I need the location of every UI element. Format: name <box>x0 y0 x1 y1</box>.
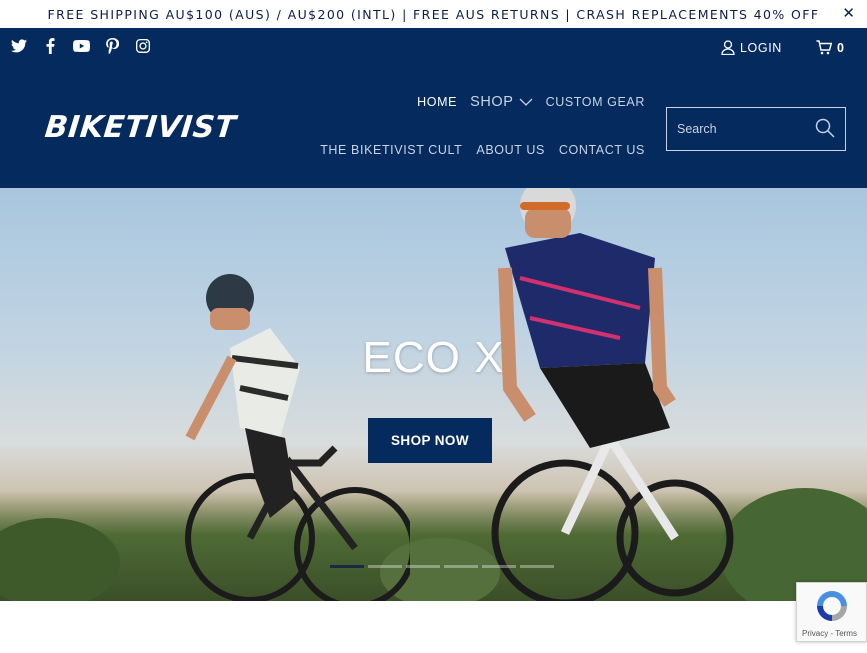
slider-dot[interactable] <box>406 565 440 568</box>
announcement-bar: FREE SHIPPING AU$100 (AUS) / AU$200 (INT… <box>0 0 867 28</box>
user-icon <box>721 40 735 55</box>
search-box <box>666 107 846 151</box>
youtube-icon[interactable] <box>72 37 90 55</box>
recaptcha-terms[interactable]: Privacy - Terms <box>802 629 857 638</box>
nav-home[interactable]: HOME <box>417 95 457 109</box>
announcement-text: FREE SHIPPING AU$100 (AUS) / AU$200 (INT… <box>47 6 820 22</box>
slider-dot[interactable] <box>368 565 402 568</box>
instagram-icon[interactable] <box>134 37 152 55</box>
nav-shop-label: SHOP <box>470 94 514 110</box>
login-label: LOGIN <box>740 40 782 55</box>
social-links <box>10 37 152 55</box>
search-icon[interactable] <box>815 118 835 143</box>
slider-dot[interactable] <box>482 565 516 568</box>
cart-icon <box>816 40 832 55</box>
close-icon[interactable]: ✕ <box>842 6 855 22</box>
nav-custom-gear[interactable]: CUSTOM GEAR <box>546 95 645 109</box>
chevron-down-icon <box>519 98 533 106</box>
pinterest-icon[interactable] <box>103 37 121 55</box>
hero-slideshow: ECO X SHOP NOW <box>0 188 867 601</box>
site-logo[interactable]: BIKETIVIST <box>43 110 238 145</box>
site-header: LOGIN 0 BIKETIVIST HOME SHOP CUSTOM GEAR… <box>0 28 867 188</box>
recaptcha-icon <box>817 591 847 621</box>
nav-about-us[interactable]: ABOUT US <box>476 143 544 157</box>
search-input[interactable] <box>677 122 807 136</box>
recaptcha-badge[interactable]: Privacy - Terms <box>796 582 867 642</box>
nav-contact-us[interactable]: CONTACT US <box>559 143 645 157</box>
slider-dot[interactable] <box>520 565 554 568</box>
hero-title: ECO X <box>362 333 505 382</box>
slider-dot[interactable] <box>330 565 364 568</box>
cart-link[interactable]: 0 <box>816 40 844 55</box>
facebook-icon[interactable] <box>41 37 59 55</box>
main-nav-row-1: HOME SHOP CUSTOM GEAR <box>417 94 645 110</box>
slider-dot[interactable] <box>444 565 478 568</box>
cart-count: 0 <box>837 40 844 55</box>
nav-shop[interactable]: SHOP <box>470 94 533 110</box>
shop-now-button[interactable]: SHOP NOW <box>368 418 492 463</box>
main-nav-row-2: THE BIKETIVIST CULT ABOUT US CONTACT US <box>320 143 645 157</box>
nav-biketivist-cult[interactable]: THE BIKETIVIST CULT <box>320 143 462 157</box>
twitter-icon[interactable] <box>10 37 28 55</box>
slider-pagination <box>330 565 554 568</box>
login-link[interactable]: LOGIN <box>721 40 782 55</box>
hero-cyclist-right <box>491 188 734 601</box>
